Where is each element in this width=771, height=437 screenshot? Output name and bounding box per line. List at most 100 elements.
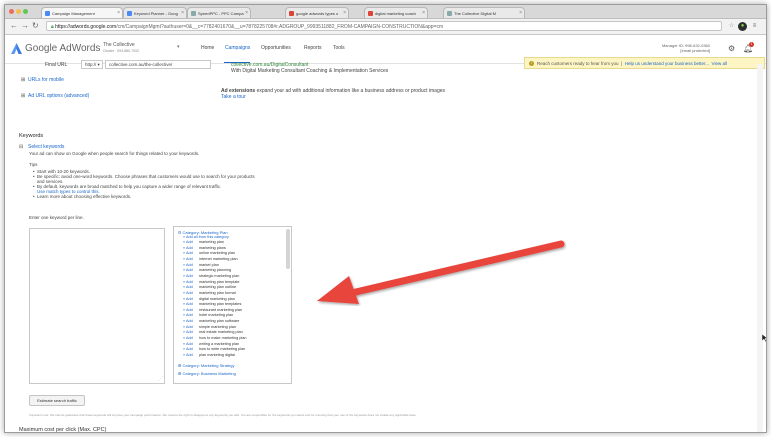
add-keyword-link[interactable]: « Add [183,302,199,307]
back-arrow-icon[interactable]: ← [10,21,18,31]
add-keyword-link[interactable]: « Add [183,257,199,262]
adwords-favicon-icon [45,11,50,16]
suggestion-row[interactable]: « Add digital marketing plan [183,297,235,302]
suggestion-row[interactable]: « Add internet marketing plan [183,257,238,262]
add-keyword-link[interactable]: « Add [183,313,199,318]
suggestion-row[interactable]: « Add online marketing plan [183,251,235,256]
reload-icon[interactable]: ↻ [32,21,39,31]
suggested-keyword: marketing plan software [199,319,240,324]
url-protocol-select[interactable]: http:// ▾ [81,60,103,69]
add-keyword-link[interactable]: « Add [183,263,199,268]
suggested-keyword: marketing plan outline [199,285,237,290]
url-field[interactable]: 🔒︎ https://adwords.google.com/cm/Campaig… [46,21,722,31]
add-keyword-link[interactable]: « Add [183,280,199,285]
suggested-keyword: marketing plan template [199,279,240,284]
window-minimize-button[interactable] [16,9,21,14]
suggestion-row[interactable]: « Add marketing plan outline [183,285,236,290]
add-keyword-link[interactable]: « Add [183,319,199,324]
add-keyword-link[interactable]: « Add [183,240,199,245]
suggestion-row[interactable]: « Add real estate marketing plan [183,330,243,335]
nav-reports[interactable]: Reports [304,45,322,51]
close-tab-icon[interactable]: × [117,8,120,18]
keywords-textarea[interactable]: ⋰ [29,228,165,384]
suggested-keyword: how to write marketing plan [199,347,246,352]
resize-handle-icon[interactable]: ⋰ [158,377,163,382]
window-close-button[interactable] [9,9,14,14]
expand-icon[interactable]: ⊞ [21,77,25,83]
suggestion-row[interactable]: « Add marketing plan software [183,319,239,324]
extension-icon[interactable]: ● [738,22,747,31]
suggestion-row[interactable]: « Add market plan [183,263,219,268]
add-keyword-link[interactable]: « Add [183,353,199,358]
category-business-marketing[interactable]: ⊞ Category: Business Marketing [178,371,236,376]
close-tab-icon[interactable]: × [245,8,248,18]
suggestion-row[interactable]: « Add marketing plan format [183,291,236,296]
manager-account[interactable]: Manager ID: 998-632-0360 [email protecte… [625,43,710,53]
close-tab-icon[interactable]: × [343,8,346,18]
urls-for-mobile-link[interactable]: URLs for mobile [28,77,64,83]
nav-tools[interactable]: Tools [333,45,345,51]
browser-tab[interactable]: google adwords types o × [285,7,349,18]
add-keyword-link[interactable]: « Add [183,342,199,347]
suggestion-row[interactable]: « Add marketing plan [183,240,224,245]
suggestion-row[interactable]: « Add writing a marketing plan [183,342,239,347]
add-keyword-link[interactable]: « Add [183,297,199,302]
expand-icon[interactable]: ⊞ [21,93,25,99]
take-a-tour-link[interactable]: Take a tour [221,94,246,100]
add-keyword-link[interactable]: « Add [183,274,199,279]
browser-tab[interactable]: Keyword Planner - Goog × [123,7,187,18]
nav-opportunities[interactable]: Opportunities [261,45,291,51]
suggestion-row[interactable]: « Add marketing plans [183,246,226,251]
suggestion-row[interactable]: « Add marketing planning [183,268,231,273]
learn-more-link[interactable]: Learn more about choosing effective keyw… [33,194,131,199]
close-tab-icon[interactable]: × [181,8,184,18]
suggestion-row[interactable]: « Add marketing plan templates [183,302,241,307]
suggestion-row[interactable]: « Add how to write marketing plan [183,347,245,352]
add-keyword-link[interactable]: « Add [183,347,199,352]
ad-url-options-link[interactable]: Ad URL options (advanced) [28,93,89,99]
add-keyword-link[interactable]: « Add [183,246,199,251]
menu-icon[interactable]: ≡ [750,22,759,31]
suggested-keyword: internet marketing plan [199,256,238,261]
suggestion-row[interactable]: « Add strategic marketing plan [183,274,239,279]
suggested-keyword: digital marketing plan [199,296,235,301]
browser-tab[interactable]: digital marketing coach × [364,7,428,18]
suggested-keyword: marketing plans [199,245,226,250]
select-keywords-link[interactable]: Select keywords [28,144,64,150]
browser-tab[interactable]: SpeedPPC - PPC Campa × [187,7,251,18]
add-keyword-link[interactable]: « Add [183,251,199,256]
browser-tab[interactable]: Campaign Management × [41,7,123,18]
browser-tab[interactable]: The Collective Digital M × [443,7,525,18]
gear-icon[interactable]: ⚙ [728,44,735,53]
bookmark-star-icon[interactable]: ☆ [727,22,736,31]
page-scrollbar[interactable] [757,64,763,432]
add-keyword-link[interactable]: « Add [183,291,199,296]
close-tab-icon[interactable]: × [422,8,425,18]
suggestion-row[interactable]: « Add hotel marketing plan [183,313,233,318]
estimate-search-traffic-button[interactable]: Estimate search traffic [29,395,85,406]
address-bar-row: ← → ↻ 🔒︎ https://adwords.google.com/cm/C… [5,19,766,35]
forward-arrow-icon[interactable]: → [21,21,29,31]
account-selector[interactable]: The Collective Cluster · 093-880-7002 [103,42,139,54]
add-keyword-link[interactable]: « Add [183,268,199,273]
collapse-icon[interactable]: ⊟ [19,144,23,150]
category-marketing-strategy[interactable]: ⊞ Category: Marketing Strategy [178,363,235,368]
add-keyword-link[interactable]: « Add [183,336,199,341]
close-tab-icon[interactable]: × [519,8,522,18]
chevron-down-icon[interactable]: ▾ [177,44,180,50]
suggestion-row[interactable]: « Add plan marketing digital [183,353,235,358]
scrollbar-thumb[interactable] [286,229,290,269]
nav-campaigns[interactable]: Campaigns [225,45,250,51]
suggestion-row[interactable]: « Add restaurant marketing plan [183,308,242,313]
suggestion-row[interactable]: « Add how to make marketing plan [183,336,247,341]
add-keyword-link[interactable]: « Add [183,325,199,330]
google-favicon-icon [289,11,294,16]
window-zoom-button[interactable] [23,9,28,14]
final-url-input[interactable]: collective.com.au/the-collective/ [105,60,211,69]
suggestion-row[interactable]: « Add simple marketing plan [183,325,236,330]
add-keyword-link[interactable]: « Add [183,330,199,335]
suggestion-row[interactable]: « Add marketing plan template [183,280,240,285]
nav-home[interactable]: Home [201,45,214,51]
add-keyword-link[interactable]: « Add [183,285,199,290]
add-keyword-link[interactable]: « Add [183,308,199,313]
